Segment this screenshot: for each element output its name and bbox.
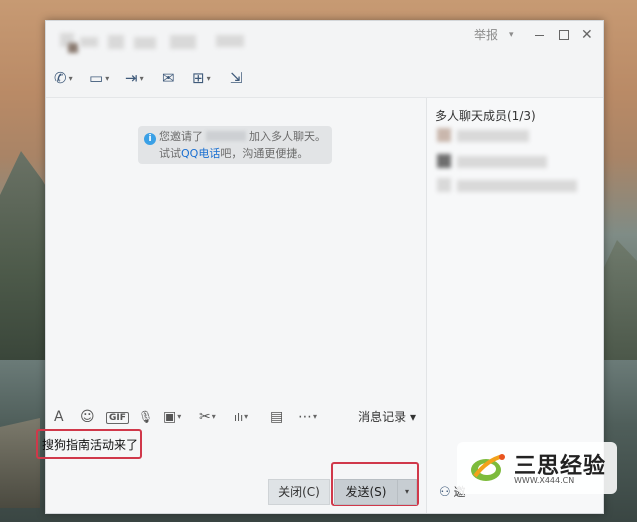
- background-raft: [0, 418, 40, 508]
- close-button[interactable]: 关闭(C): [268, 479, 330, 505]
- phone-icon[interactable]: ✆ ▾: [54, 69, 73, 87]
- member-item[interactable]: [437, 178, 577, 194]
- report-button[interactable]: 举报: [474, 27, 498, 43]
- system-message: i 您邀请了 加入多人聊天。 试试QQ电话吧，沟通更便捷。: [138, 126, 332, 164]
- title-bar: 举报 ▾ ✕ ✆ ▾ ▭ ▾ ⇥ ▾ ✉ ⊞ ▾ ⇲: [46, 21, 603, 98]
- system-message-line1-prefix: 您邀请了: [159, 130, 203, 143]
- member-panel-title: 多人聊天成员(1/3): [435, 109, 536, 123]
- send-options-dropdown[interactable]: ▾: [397, 479, 417, 505]
- screenshot-icon[interactable]: ✂▾: [199, 406, 216, 430]
- report-dropdown-icon[interactable]: ▾: [509, 27, 514, 43]
- info-icon: i: [144, 133, 156, 145]
- send-button-highlight: 发送(S) ▾: [331, 462, 419, 506]
- member-item[interactable]: [437, 154, 557, 170]
- system-message-line2-suffix: 吧，沟通更便捷。: [220, 147, 309, 160]
- input-toolbar: A ☺ GIF 🎙 ▣▾ ✂▾ ılı▾ ▤ ⋯▾ 消息记录 ▾: [46, 406, 426, 428]
- close-icon[interactable]: ✕: [581, 27, 593, 43]
- voice-icon[interactable]: 🎙: [138, 406, 153, 428]
- watermark-url: WWW.X444.CN: [514, 476, 575, 485]
- watermark-logo-icon: [471, 454, 505, 481]
- font-icon[interactable]: A: [54, 406, 64, 428]
- system-message-line2-prefix: 试试: [159, 147, 181, 160]
- emoji-icon[interactable]: ☺: [80, 406, 95, 428]
- message-input[interactable]: 搜狗指南活动来了: [36, 429, 142, 459]
- add-user-icon: ⚇: [439, 485, 451, 500]
- file-transfer-icon[interactable]: ⇥ ▾: [125, 69, 144, 87]
- watermark: 三思经验 WWW.X444.CN: [457, 442, 617, 494]
- message-area: i 您邀请了 加入多人聊天。 试试QQ电话吧，沟通更便捷。: [46, 98, 426, 398]
- more-icon[interactable]: ⋯▾: [298, 406, 317, 430]
- screen-share-icon[interactable]: ▭ ▾: [89, 69, 109, 87]
- maximize-icon[interactable]: [558, 27, 570, 43]
- send-button[interactable]: 发送(S): [334, 479, 398, 505]
- member-item[interactable]: [437, 128, 537, 144]
- minimize-icon[interactable]: [534, 27, 546, 43]
- app-add-icon[interactable]: ⊞ ▾: [192, 69, 211, 87]
- mail-icon[interactable]: ✉: [162, 69, 175, 87]
- system-message-line1-suffix: 加入多人聊天。: [249, 130, 326, 143]
- message-history-button[interactable]: 消息记录 ▾: [358, 406, 416, 428]
- invitee-name-blurred: [206, 131, 246, 141]
- gif-icon[interactable]: GIF: [106, 406, 129, 428]
- red-packet-icon[interactable]: ▤: [270, 406, 283, 428]
- chat-window: 举报 ▾ ✕ ✆ ▾ ▭ ▾ ⇥ ▾ ✉ ⊞ ▾ ⇲ i 您邀请了 加入多人聊天。 试试QQ…: [36, 20, 604, 514]
- qq-call-link[interactable]: QQ电话: [181, 147, 220, 160]
- chart-icon[interactable]: ılı▾: [234, 406, 248, 430]
- exit-group-icon[interactable]: ⇲: [230, 69, 243, 87]
- image-icon[interactable]: ▣▾: [163, 406, 181, 430]
